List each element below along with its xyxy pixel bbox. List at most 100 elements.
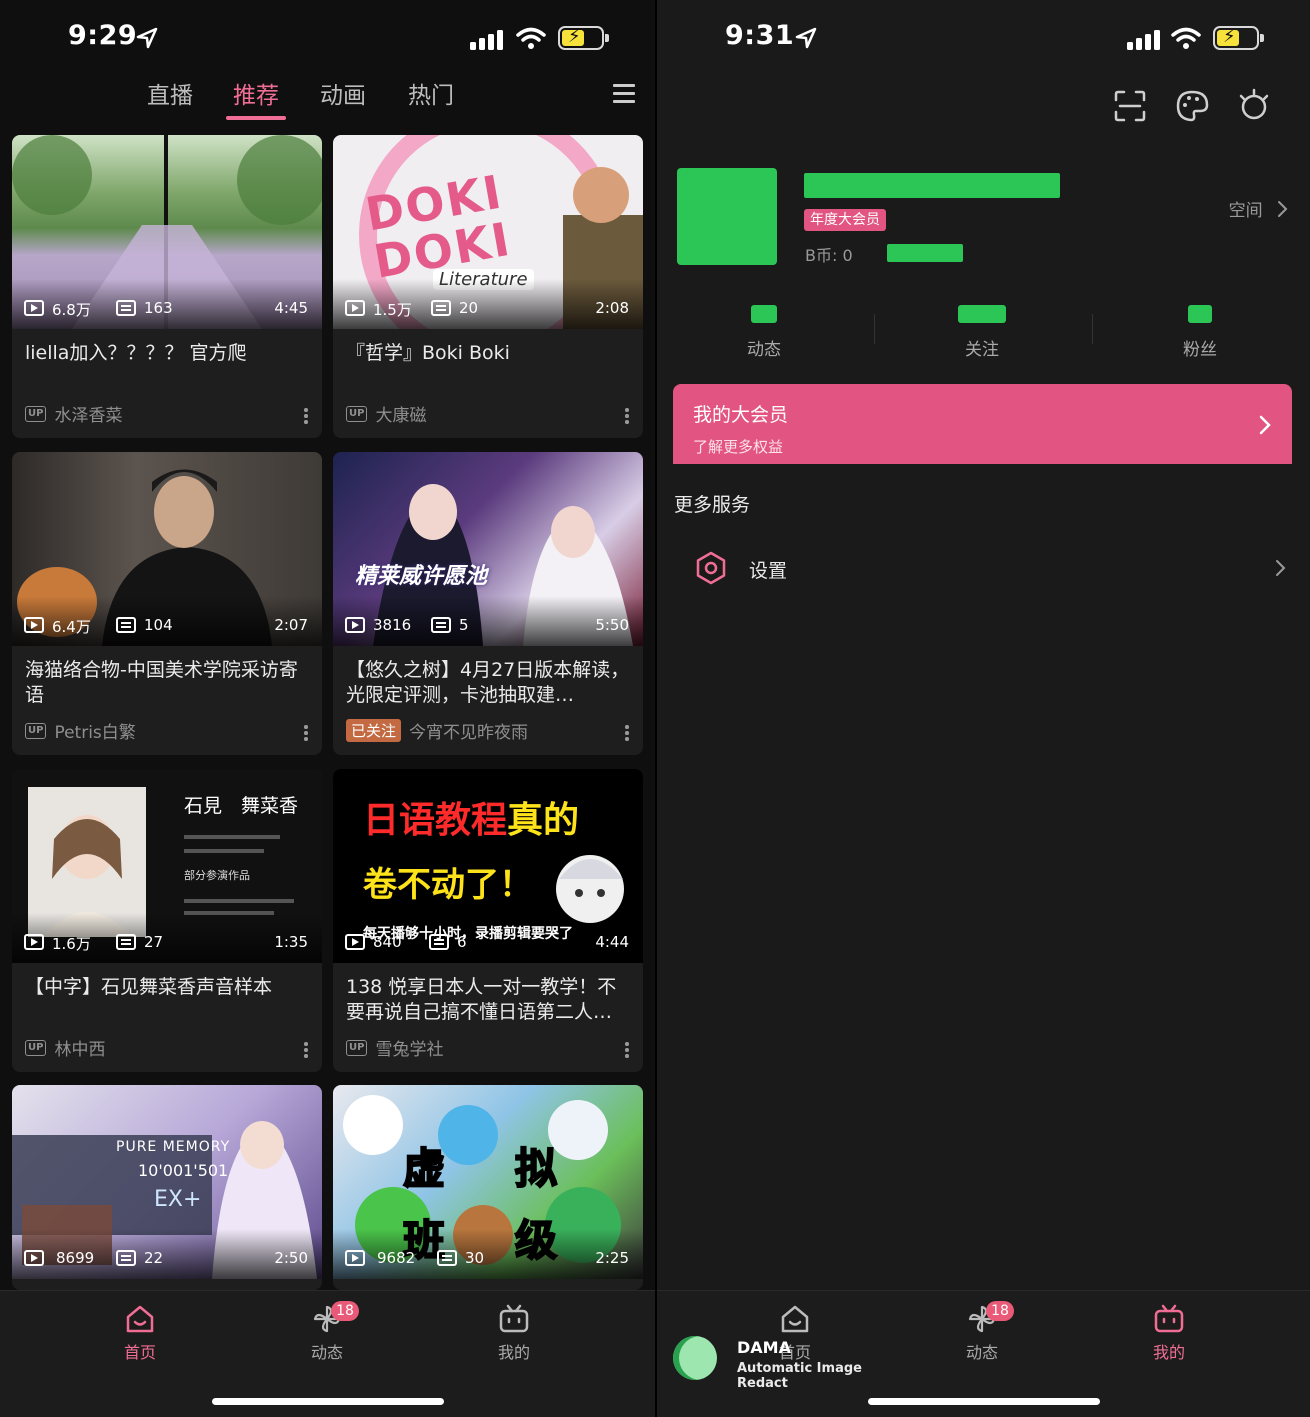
- uploader-line[interactable]: UP 雪兔学社: [346, 1035, 443, 1060]
- chevron-right-icon: [1259, 415, 1271, 435]
- profile-works-heading: 部分参演作品: [184, 869, 250, 882]
- avatar[interactable]: [677, 168, 777, 265]
- video-stats: 6.4万 104 2:07: [24, 615, 312, 637]
- play-count-icon: [24, 1250, 44, 1266]
- danmaku-count-icon: [116, 1250, 136, 1266]
- video-card[interactable]: 6.8万 163 4:45 liella加入？？？？ 官方爬 UP 水泽香菜: [12, 135, 322, 438]
- view-count: 8699: [56, 1249, 95, 1267]
- up-badge: UP: [346, 405, 368, 422]
- nav-mine-label: 我的: [1152, 1343, 1185, 1362]
- uploader-line[interactable]: UP 大康磁: [346, 401, 426, 426]
- danmaku-count-icon: [116, 934, 136, 950]
- space-link[interactable]: 空间: [1229, 196, 1288, 221]
- tab-anime[interactable]: 动画: [320, 76, 366, 110]
- video-card[interactable]: 精莱威许愿池 3816 5 5:50 【悠久之树】4月27日版本解读，光限定评测…: [333, 452, 643, 755]
- more-options-icon[interactable]: [625, 1042, 629, 1058]
- video-card[interactable]: 6.4万 104 2:07 海猫络合物-中国美术学院采访寄语 UP Petris…: [12, 452, 322, 755]
- status-time: 9:31: [725, 20, 795, 51]
- dama-logo: [673, 1336, 717, 1380]
- play-count-icon: [345, 1250, 365, 1266]
- tab-trending[interactable]: 热门: [408, 76, 454, 110]
- jp-headline-line1: 日语教程真的: [363, 791, 579, 843]
- palette-icon[interactable]: [1174, 88, 1210, 124]
- location-arrow-icon: [136, 27, 158, 49]
- vip-card-subtitle: 了解更多权益: [693, 438, 784, 456]
- video-card[interactable]: 日语教程真的 卷不动了！ 每天播够十小时，录播剪辑要哭了 840 6 4:44 …: [333, 769, 643, 1072]
- theme-toggle-icon[interactable]: [1236, 88, 1272, 124]
- uploader-name: 林中西: [54, 1040, 106, 1060]
- home-icon: [781, 1305, 809, 1333]
- nav-dynamic[interactable]: 动态 18: [287, 1301, 367, 1363]
- video-thumbnail: 虚 拟 班 级 9682 30 2:25: [333, 1085, 643, 1279]
- scan-icon[interactable]: [1112, 88, 1148, 124]
- home-icon: [126, 1305, 154, 1333]
- video-card[interactable]: 虚 拟 班 级 9682 30 2:25: [333, 1085, 643, 1290]
- stat-following-value-redacted: [958, 305, 1006, 323]
- status-bar: 9:31 ⚡: [657, 0, 1310, 78]
- uploader-name: 雪兔学社: [375, 1040, 444, 1060]
- stat-separator: [1092, 314, 1093, 344]
- uploader-name: 今宵不见昨夜雨: [409, 723, 529, 743]
- nav-home[interactable]: 首页: [100, 1303, 180, 1363]
- stat-dynamic[interactable]: 动态: [694, 305, 834, 360]
- video-stats: 3816 5 5:50: [345, 615, 633, 637]
- video-title: 『哲学』Boki Boki: [346, 342, 510, 364]
- danmaku-count-icon: [431, 300, 451, 316]
- view-count: 840: [373, 933, 402, 951]
- video-thumbnail: 日语教程真的 卷不动了！ 每天播够十小时，录播剪辑要哭了 840 6 4:44: [333, 769, 643, 963]
- video-title: 海猫络合物-中国美术学院采访寄语: [25, 659, 298, 706]
- danmaku-count-icon: [431, 617, 451, 633]
- stat-fans[interactable]: 粉丝: [1130, 305, 1270, 360]
- video-card[interactable]: PURE MEMORY 10'001'501 EX+ 8699 22 2:50: [12, 1085, 322, 1290]
- menu-icon[interactable]: [613, 82, 635, 104]
- username-redacted: [804, 173, 1060, 198]
- nav-mine[interactable]: 我的: [474, 1303, 554, 1363]
- header-actions: [1112, 88, 1292, 124]
- uploader-line[interactable]: 已关注 今宵不见昨夜雨: [346, 718, 528, 743]
- game-score: 10'001'501: [138, 1161, 229, 1180]
- settings-row[interactable]: 设置: [657, 540, 1310, 596]
- duration: 2:25: [595, 1249, 629, 1267]
- dama-title: DAMA: [737, 1338, 791, 1357]
- stat-separator: [874, 314, 875, 344]
- nav-mine[interactable]: 我的: [1129, 1303, 1209, 1363]
- uploader-line[interactable]: UP 水泽香菜: [25, 401, 122, 426]
- danmaku-count: 22: [144, 1249, 164, 1267]
- nav-home-label: 首页: [123, 1343, 156, 1362]
- video-card[interactable]: DOKI DOKI Literature 1.5万 20 2:08 『哲学』Bo…: [333, 135, 643, 438]
- more-options-icon[interactable]: [304, 725, 308, 741]
- followed-badge: 已关注: [346, 719, 402, 742]
- video-card[interactable]: 石見 舞菜香 部分参演作品 1.6万 27 1:35 【中字】石见舞菜香声音样本…: [12, 769, 322, 1072]
- more-options-icon[interactable]: [625, 725, 629, 741]
- play-count-icon: [345, 934, 365, 950]
- play-count-icon: [345, 300, 365, 316]
- video-thumbnail: DOKI DOKI Literature 1.5万 20 2:08: [333, 135, 643, 329]
- wifi-icon: [1171, 27, 1201, 49]
- view-count: 3816: [373, 616, 412, 634]
- uploader-name: 水泽香菜: [54, 406, 123, 426]
- tab-recommend[interactable]: 推荐: [233, 76, 279, 110]
- cellular-signal-icon: [470, 30, 506, 50]
- duration: 1:35: [274, 933, 308, 951]
- nav-dynamic[interactable]: 动态 18: [942, 1301, 1022, 1363]
- profile-name-text: 石見 舞菜香: [184, 795, 299, 817]
- play-count-icon: [24, 617, 44, 633]
- danmaku-count: 104: [144, 616, 173, 634]
- view-count: 1.5万: [373, 301, 412, 319]
- location-arrow-icon: [795, 27, 817, 49]
- uploader-line[interactable]: UP 林中西: [25, 1035, 105, 1060]
- danmaku-count-icon: [116, 300, 136, 316]
- cellular-signal-icon: [1127, 30, 1163, 50]
- vip-badge: 年度大会员: [804, 209, 886, 231]
- more-options-icon[interactable]: [625, 408, 629, 424]
- up-badge: UP: [25, 722, 47, 739]
- chevron-right-icon: [1278, 201, 1288, 217]
- vip-membership-card[interactable]: 我的大会员 了解更多权益: [673, 384, 1292, 464]
- stat-following[interactable]: 关注: [912, 305, 1052, 360]
- uploader-line[interactable]: UP Petris白繁: [25, 718, 136, 743]
- more-options-icon[interactable]: [304, 408, 308, 424]
- more-options-icon[interactable]: [304, 1042, 308, 1058]
- tab-live[interactable]: 直播: [147, 76, 193, 110]
- notification-badge: 18: [986, 1301, 1014, 1321]
- view-count: 9682: [377, 1249, 416, 1267]
